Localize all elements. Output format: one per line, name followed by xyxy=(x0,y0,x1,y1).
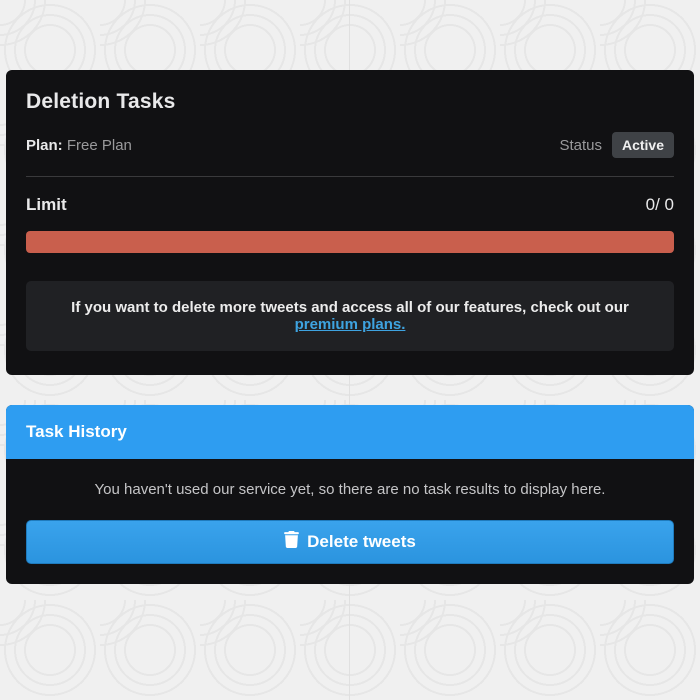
premium-plans-link[interactable]: premium plans. xyxy=(295,316,406,333)
task-history-header: Task History xyxy=(6,405,694,459)
plan-status-row: Plan: Free Plan Status Active xyxy=(26,132,674,158)
delete-tweets-button-label: Delete tweets xyxy=(307,532,416,552)
limit-row: Limit 0/ 0 xyxy=(26,195,674,215)
plan-line: Plan: Free Plan xyxy=(26,137,132,154)
status-badge: Active xyxy=(612,132,674,158)
plan-label: Plan: xyxy=(26,137,63,154)
deletion-tasks-card: Deletion Tasks Plan: Free Plan Status Ac… xyxy=(6,70,694,375)
limit-label: Limit xyxy=(26,195,67,215)
deletion-tasks-title: Deletion Tasks xyxy=(26,90,674,114)
upgrade-notice-text: If you want to delete more tweets and ac… xyxy=(71,299,629,316)
trash-icon xyxy=(284,531,299,553)
status-group: Status Active xyxy=(559,132,674,158)
upgrade-notice: If you want to delete more tweets and ac… xyxy=(26,281,674,351)
limit-progress-bar xyxy=(26,231,674,253)
task-history-empty-message: You haven't used our service yet, so the… xyxy=(26,481,674,498)
limit-value: 0/ 0 xyxy=(646,195,674,215)
task-history-card: Task History You haven't used our servic… xyxy=(6,405,694,584)
delete-tweets-button[interactable]: Delete tweets xyxy=(26,520,674,564)
plan-value: Free Plan xyxy=(67,137,132,154)
divider xyxy=(26,176,674,177)
status-label: Status xyxy=(559,137,602,154)
task-history-title: Task History xyxy=(26,422,674,442)
